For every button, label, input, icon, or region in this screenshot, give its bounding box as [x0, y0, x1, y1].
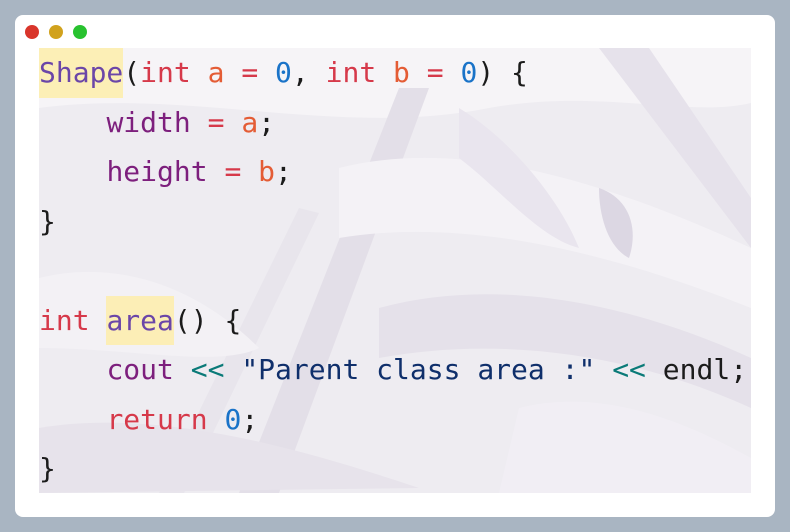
code-line: width = a;	[39, 98, 751, 148]
code-token: <<	[190, 353, 225, 386]
code-token: 0	[460, 56, 478, 89]
code-token: "Parent class area :"	[241, 353, 596, 386]
code-token: b	[393, 56, 410, 89]
code-token: (	[123, 56, 141, 89]
window-controls	[25, 25, 87, 39]
code-token: =	[207, 105, 225, 139]
code-token: int	[325, 56, 377, 89]
code-token: =	[426, 56, 444, 89]
highlighted-token: Shape	[39, 48, 124, 98]
code-token: =	[224, 155, 242, 188]
code-token: a	[207, 56, 225, 89]
code-token: height	[106, 155, 208, 188]
code-window: Shape(int a = 0, int b = 0) { width = a;…	[15, 15, 775, 517]
minimize-dot-icon[interactable]	[49, 25, 63, 39]
code-token: () {	[173, 303, 242, 337]
code-token: ;	[275, 155, 292, 188]
code-token: }	[39, 452, 56, 485]
code-line: }	[39, 444, 751, 493]
code-token: =	[241, 56, 259, 89]
code-token: ;	[241, 402, 259, 436]
code-line: Shape(int a = 0, int b = 0) {	[39, 48, 751, 98]
highlighted-token: area	[106, 295, 174, 345]
code-token: int	[39, 303, 90, 337]
code-editor[interactable]: Shape(int a = 0, int b = 0) { width = a;…	[39, 48, 751, 493]
code-line: int area() {	[39, 295, 751, 345]
code-token: ;	[258, 105, 276, 139]
close-dot-icon[interactable]	[25, 25, 39, 39]
code-token: 0	[224, 402, 242, 436]
code-token: cout	[106, 353, 174, 386]
code-line: cout << "Parent class area :" << endl;	[39, 345, 751, 395]
code-line: return 0;	[39, 395, 751, 445]
zoom-dot-icon[interactable]	[73, 25, 87, 39]
code-token: ) {	[477, 56, 528, 89]
code-token: a	[241, 105, 259, 139]
code-token: return	[106, 402, 208, 436]
code-token: endl;	[645, 353, 748, 386]
code-token: }	[39, 204, 56, 238]
code-token: int	[140, 56, 191, 89]
code-block: Shape(int a = 0, int b = 0) { width = a;…	[39, 48, 751, 493]
code-token: 0	[275, 56, 292, 89]
code-token: b	[258, 155, 276, 188]
code-token: <<	[612, 353, 646, 386]
code-token: ,	[291, 56, 326, 89]
code-line: height = b;	[39, 147, 751, 197]
code-line: }	[39, 197, 751, 247]
code-token: width	[106, 105, 191, 139]
